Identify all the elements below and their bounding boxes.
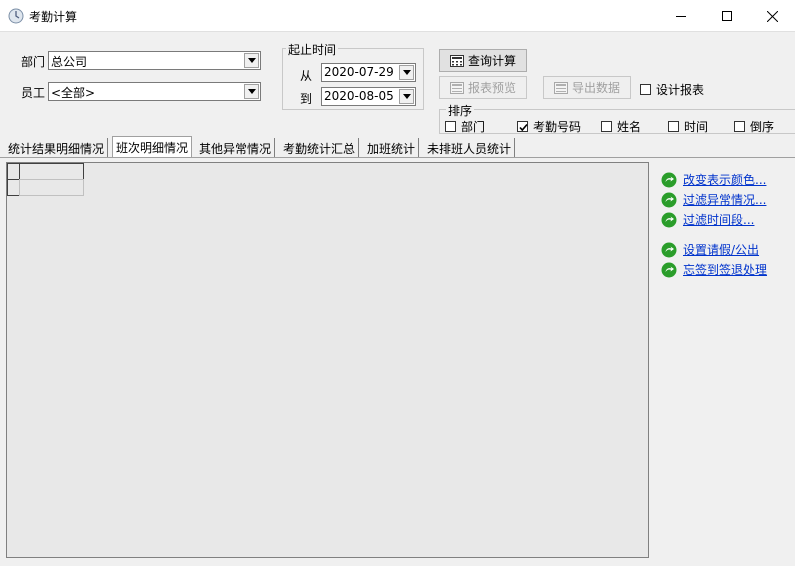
- maximize-button[interactable]: [704, 0, 750, 32]
- chevron-down-icon: [247, 58, 256, 63]
- green-arrow-icon: [661, 262, 677, 277]
- change-color-link[interactable]: 改变表示颜色...: [661, 171, 766, 188]
- sort-attendance-no-box[interactable]: [517, 121, 528, 132]
- tab-shift-detail[interactable]: 班次明细情况: [112, 136, 193, 157]
- green-arrow-icon: [661, 212, 677, 227]
- checkmark-icon: [519, 123, 528, 132]
- tab-stat-detail[interactable]: 统计结果明细情况: [5, 138, 109, 157]
- missed-checkin-link[interactable]: 忘签到签退处理: [661, 261, 767, 278]
- employee-combo[interactable]: <全部>: [48, 82, 261, 101]
- tab-other-exceptions[interactable]: 其他异常情况: [196, 138, 276, 157]
- calculator-icon: [449, 54, 464, 67]
- close-icon: [766, 10, 778, 22]
- change-color-text[interactable]: 改变表示颜色...: [683, 171, 766, 188]
- query-button[interactable]: 查询计算: [439, 49, 527, 72]
- period-group-title: 起止时间: [286, 41, 339, 58]
- dept-dropdown-arrow[interactable]: [244, 53, 259, 68]
- export-icon: [553, 81, 568, 94]
- sort-desc-checkbox[interactable]: 倒序: [734, 118, 774, 135]
- filter-time-period-link[interactable]: 过滤时间段...: [661, 211, 754, 228]
- filter-time-period-text[interactable]: 过滤时间段...: [683, 211, 754, 228]
- from-date-dropdown[interactable]: [399, 65, 414, 80]
- from-date-value: 2020-07-29: [324, 65, 394, 79]
- employee-value: <全部>: [51, 86, 96, 100]
- chevron-down-icon: [402, 70, 411, 75]
- employee-label: 员工: [21, 86, 46, 100]
- green-arrow-icon: [661, 242, 677, 257]
- green-arrow-icon: [661, 192, 677, 207]
- minimize-icon: [676, 16, 686, 17]
- sort-group-title: 排序: [446, 102, 475, 119]
- sort-desc-label: 倒序: [750, 120, 775, 134]
- green-arrow-icon: [661, 172, 677, 187]
- report-preview-button[interactable]: 报表预览: [439, 76, 527, 99]
- missed-checkin-text[interactable]: 忘签到签退处理: [683, 261, 767, 278]
- export-data-button[interactable]: 导出数据: [543, 76, 631, 99]
- sort-time-checkbox[interactable]: 时间: [668, 118, 708, 135]
- tab-overtime-stats[interactable]: 加班统计: [364, 138, 420, 157]
- sort-time-label: 时间: [684, 120, 709, 134]
- to-date-dropdown[interactable]: [399, 89, 414, 104]
- sort-attendance-no-checkbox[interactable]: 考勤号码: [517, 118, 581, 135]
- grid-data-cell[interactable]: [19, 179, 84, 196]
- chevron-down-icon: [402, 94, 411, 99]
- window-title: 考勤计算: [29, 10, 78, 24]
- tab-strip: 统计结果明细情况 班次明细情况 其他异常情况 考勤统计汇总 加班统计 未排班人员…: [0, 136, 795, 158]
- dept-value: 总公司: [51, 55, 88, 69]
- from-date-picker[interactable]: 2020-07-29: [321, 63, 416, 82]
- minimize-button[interactable]: [658, 0, 704, 32]
- to-date-picker[interactable]: 2020-08-05: [321, 87, 416, 106]
- sort-name-label: 姓名: [617, 120, 642, 134]
- sort-dept-label: 部门: [461, 120, 486, 134]
- sort-attendance-no-label: 考勤号码: [533, 120, 582, 134]
- to-label: 到: [300, 92, 313, 106]
- query-button-label: 查询计算: [467, 54, 516, 68]
- app-clock-icon: [8, 8, 24, 24]
- title-bar: 考勤计算: [0, 0, 795, 32]
- sort-time-box[interactable]: [668, 121, 679, 132]
- set-leave-text[interactable]: 设置请假/公出: [683, 241, 759, 258]
- filter-exceptions-text[interactable]: 过滤异常情况...: [683, 191, 766, 208]
- maximize-icon: [722, 11, 732, 21]
- sort-name-box[interactable]: [601, 121, 612, 132]
- sort-dept-box[interactable]: [445, 121, 456, 132]
- report-preview-label: 报表预览: [467, 81, 516, 95]
- report-icon: [449, 81, 464, 94]
- grid-header-cell[interactable]: [19, 163, 84, 180]
- close-button[interactable]: [749, 0, 795, 32]
- tab-attendance-summary[interactable]: 考勤统计汇总: [280, 138, 360, 157]
- design-report-box[interactable]: [640, 84, 651, 95]
- sort-desc-box[interactable]: [734, 121, 745, 132]
- export-data-label: 导出数据: [571, 81, 620, 95]
- design-report-checkbox[interactable]: 设计报表: [640, 81, 704, 98]
- filter-exceptions-link[interactable]: 过滤异常情况...: [661, 191, 766, 208]
- tab-unscheduled-staff[interactable]: 未排班人员统计: [424, 138, 516, 157]
- dept-combo[interactable]: 总公司: [48, 51, 261, 70]
- set-leave-link[interactable]: 设置请假/公出: [661, 241, 759, 258]
- chevron-down-icon: [247, 89, 256, 94]
- design-report-label: 设计报表: [656, 83, 705, 97]
- dept-label: 部门: [21, 55, 46, 69]
- sort-dept-checkbox[interactable]: 部门: [445, 118, 485, 135]
- data-grid[interactable]: [6, 162, 649, 558]
- employee-dropdown-arrow[interactable]: [244, 84, 259, 99]
- to-date-value: 2020-08-05: [324, 89, 394, 103]
- from-label: 从: [300, 69, 313, 83]
- sort-name-checkbox[interactable]: 姓名: [601, 118, 641, 135]
